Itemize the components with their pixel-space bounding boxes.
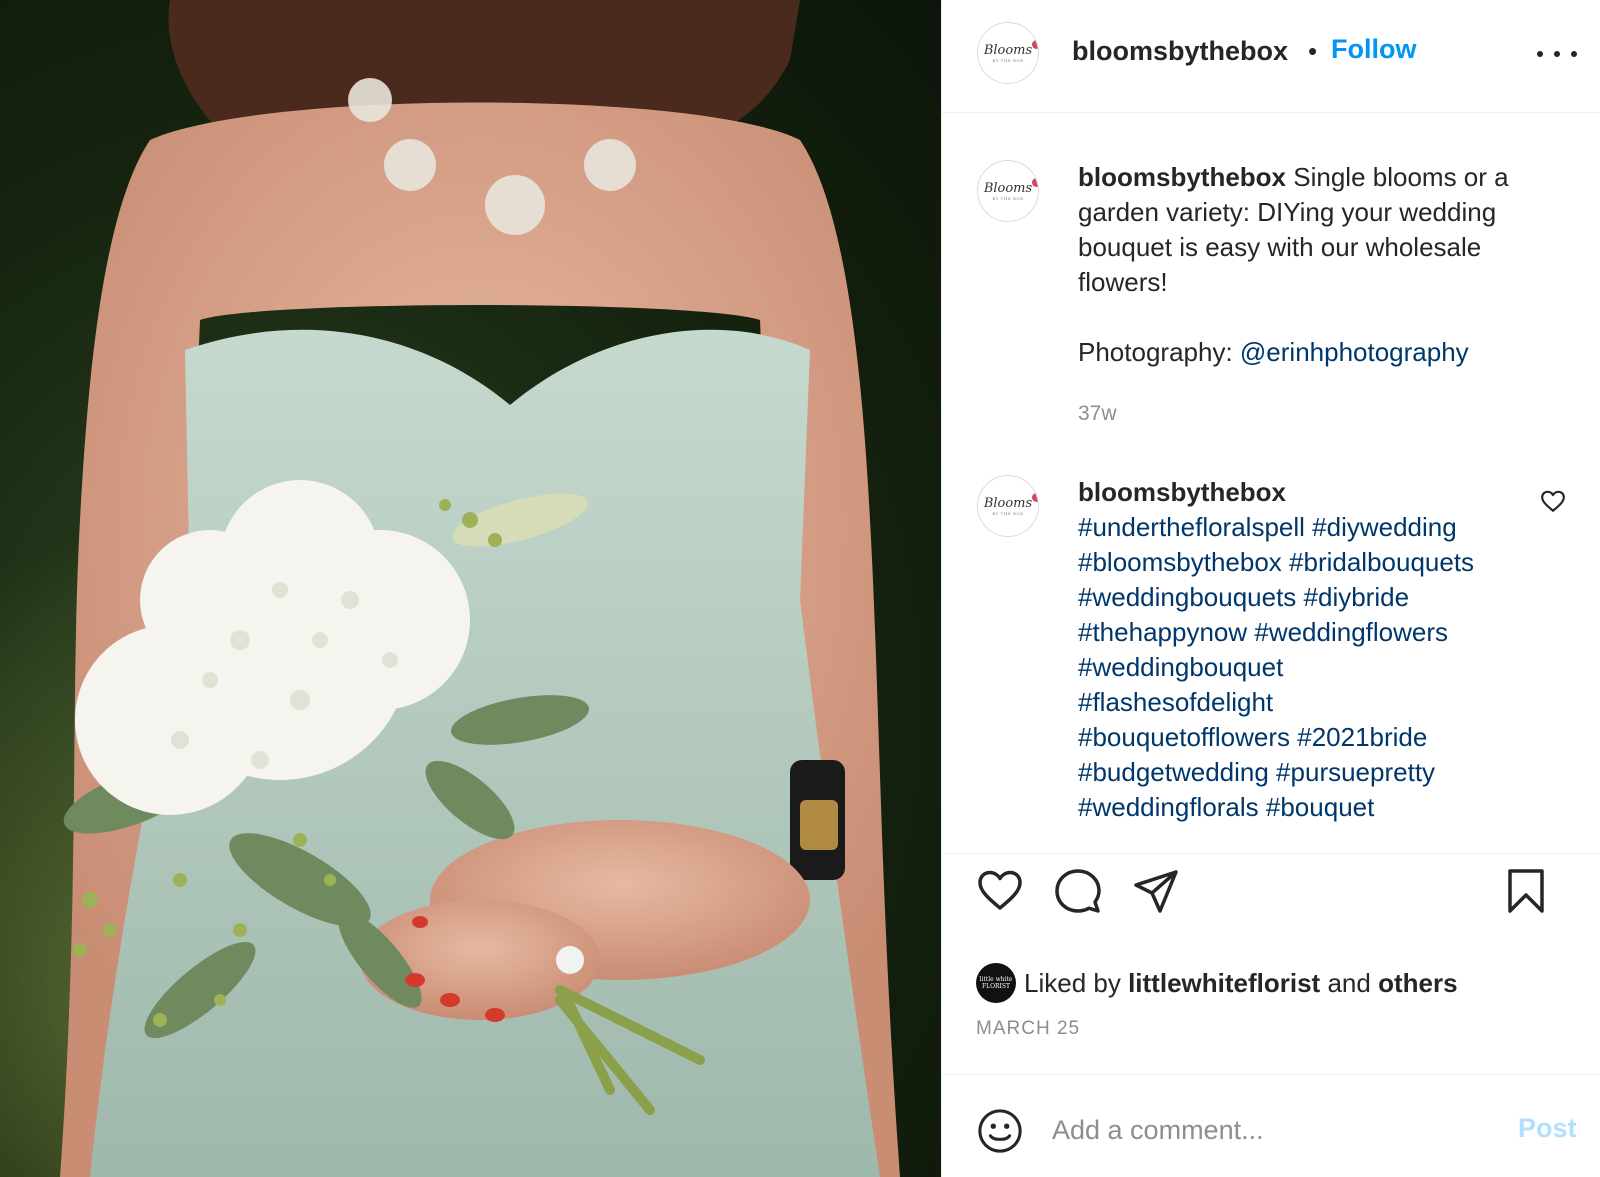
likes-others-link[interactable]: others (1378, 968, 1457, 999)
comment-username[interactable]: bloomsbythebox (1078, 477, 1286, 507)
smiley-icon[interactable] (977, 1108, 1023, 1154)
author-username[interactable]: bloomsbythebox (1072, 36, 1288, 67)
hashtag-line[interactable]: #underthefloralspell #diywedding (1078, 512, 1457, 542)
author-avatar[interactable]: Blooms BY THE BOX (977, 160, 1039, 222)
hashtag-line[interactable]: #bouquetofflowers #2021bride (1078, 722, 1427, 752)
hashtag-line[interactable]: #bloomsbythebox #bridalbouquets (1078, 547, 1474, 577)
add-comment-bar: Post (942, 1074, 1600, 1177)
post-comment-button[interactable]: Post (1518, 1113, 1577, 1144)
author-avatar[interactable]: Blooms BY THE BOX (977, 22, 1039, 84)
hashtag-line[interactable]: #budgetwedding #pursuepretty (1078, 757, 1435, 787)
post-date[interactable]: MARCH 25 (976, 1018, 1080, 1040)
comments-list[interactable]: Blooms BY THE BOX bloomsbythebox Single b… (942, 113, 1600, 853)
post-header: Blooms BY THE BOX bloomsbythebox • Follow (942, 0, 1600, 113)
actions-divider (942, 853, 1600, 854)
photographer-mention-link[interactable]: @erinhphotography (1240, 337, 1469, 367)
comment-bubble-icon[interactable] (1054, 867, 1102, 915)
liker-avatar[interactable]: little white FLORIST (976, 963, 1016, 1003)
hashtag-line[interactable]: #flashesofdelight (1078, 687, 1273, 717)
heart-icon[interactable] (976, 867, 1024, 915)
caption-body: bloomsbythebox Single blooms or a garden… (1078, 160, 1568, 431)
comment-input[interactable] (1052, 1103, 1472, 1157)
bookmark-icon[interactable] (1506, 867, 1546, 915)
follow-button[interactable]: Follow (1331, 34, 1416, 65)
liker-username[interactable]: littlewhiteflorist (1128, 968, 1320, 999)
credit-prefix: Photography: (1078, 337, 1233, 367)
paper-plane-icon[interactable] (1132, 867, 1180, 915)
post-photo[interactable] (0, 0, 941, 1177)
likes-middle: and (1327, 967, 1371, 998)
post-sidebar: Blooms BY THE BOX bloomsbythebox • Follow… (941, 0, 1600, 1177)
hashtag-line[interactable]: #weddingflorals #bouquet (1078, 792, 1374, 822)
hashtag-line[interactable]: #weddingbouquet (1078, 652, 1283, 682)
likes-summary[interactable]: little white FLORIST Liked by littlewhit… (976, 963, 1458, 1003)
comment-like-heart-icon[interactable] (1540, 488, 1566, 514)
likes-prefix: Liked by (1024, 967, 1121, 998)
brand-logo: Blooms BY THE BOX (984, 40, 1038, 63)
separator-dot: • (1308, 36, 1318, 66)
bridesmaid-bouquet-image (0, 0, 941, 1177)
author-avatar[interactable]: Blooms BY THE BOX (977, 475, 1039, 537)
caption-timestamp[interactable]: 37w (1078, 396, 1568, 431)
brand-logo: Blooms BY THE BOX (984, 493, 1038, 516)
hashtag-comment-body: bloomsbythebox #underthefloralspell #diy… (1078, 475, 1568, 825)
hashtag-line[interactable]: #weddingbouquets #diybride (1078, 582, 1409, 612)
more-options-icon[interactable] (1537, 40, 1577, 68)
hashtag-line[interactable]: #thehappynow #weddingflowers (1078, 617, 1448, 647)
caption-username[interactable]: bloomsbythebox (1078, 162, 1286, 192)
brand-logo: Blooms BY THE BOX (984, 178, 1038, 201)
